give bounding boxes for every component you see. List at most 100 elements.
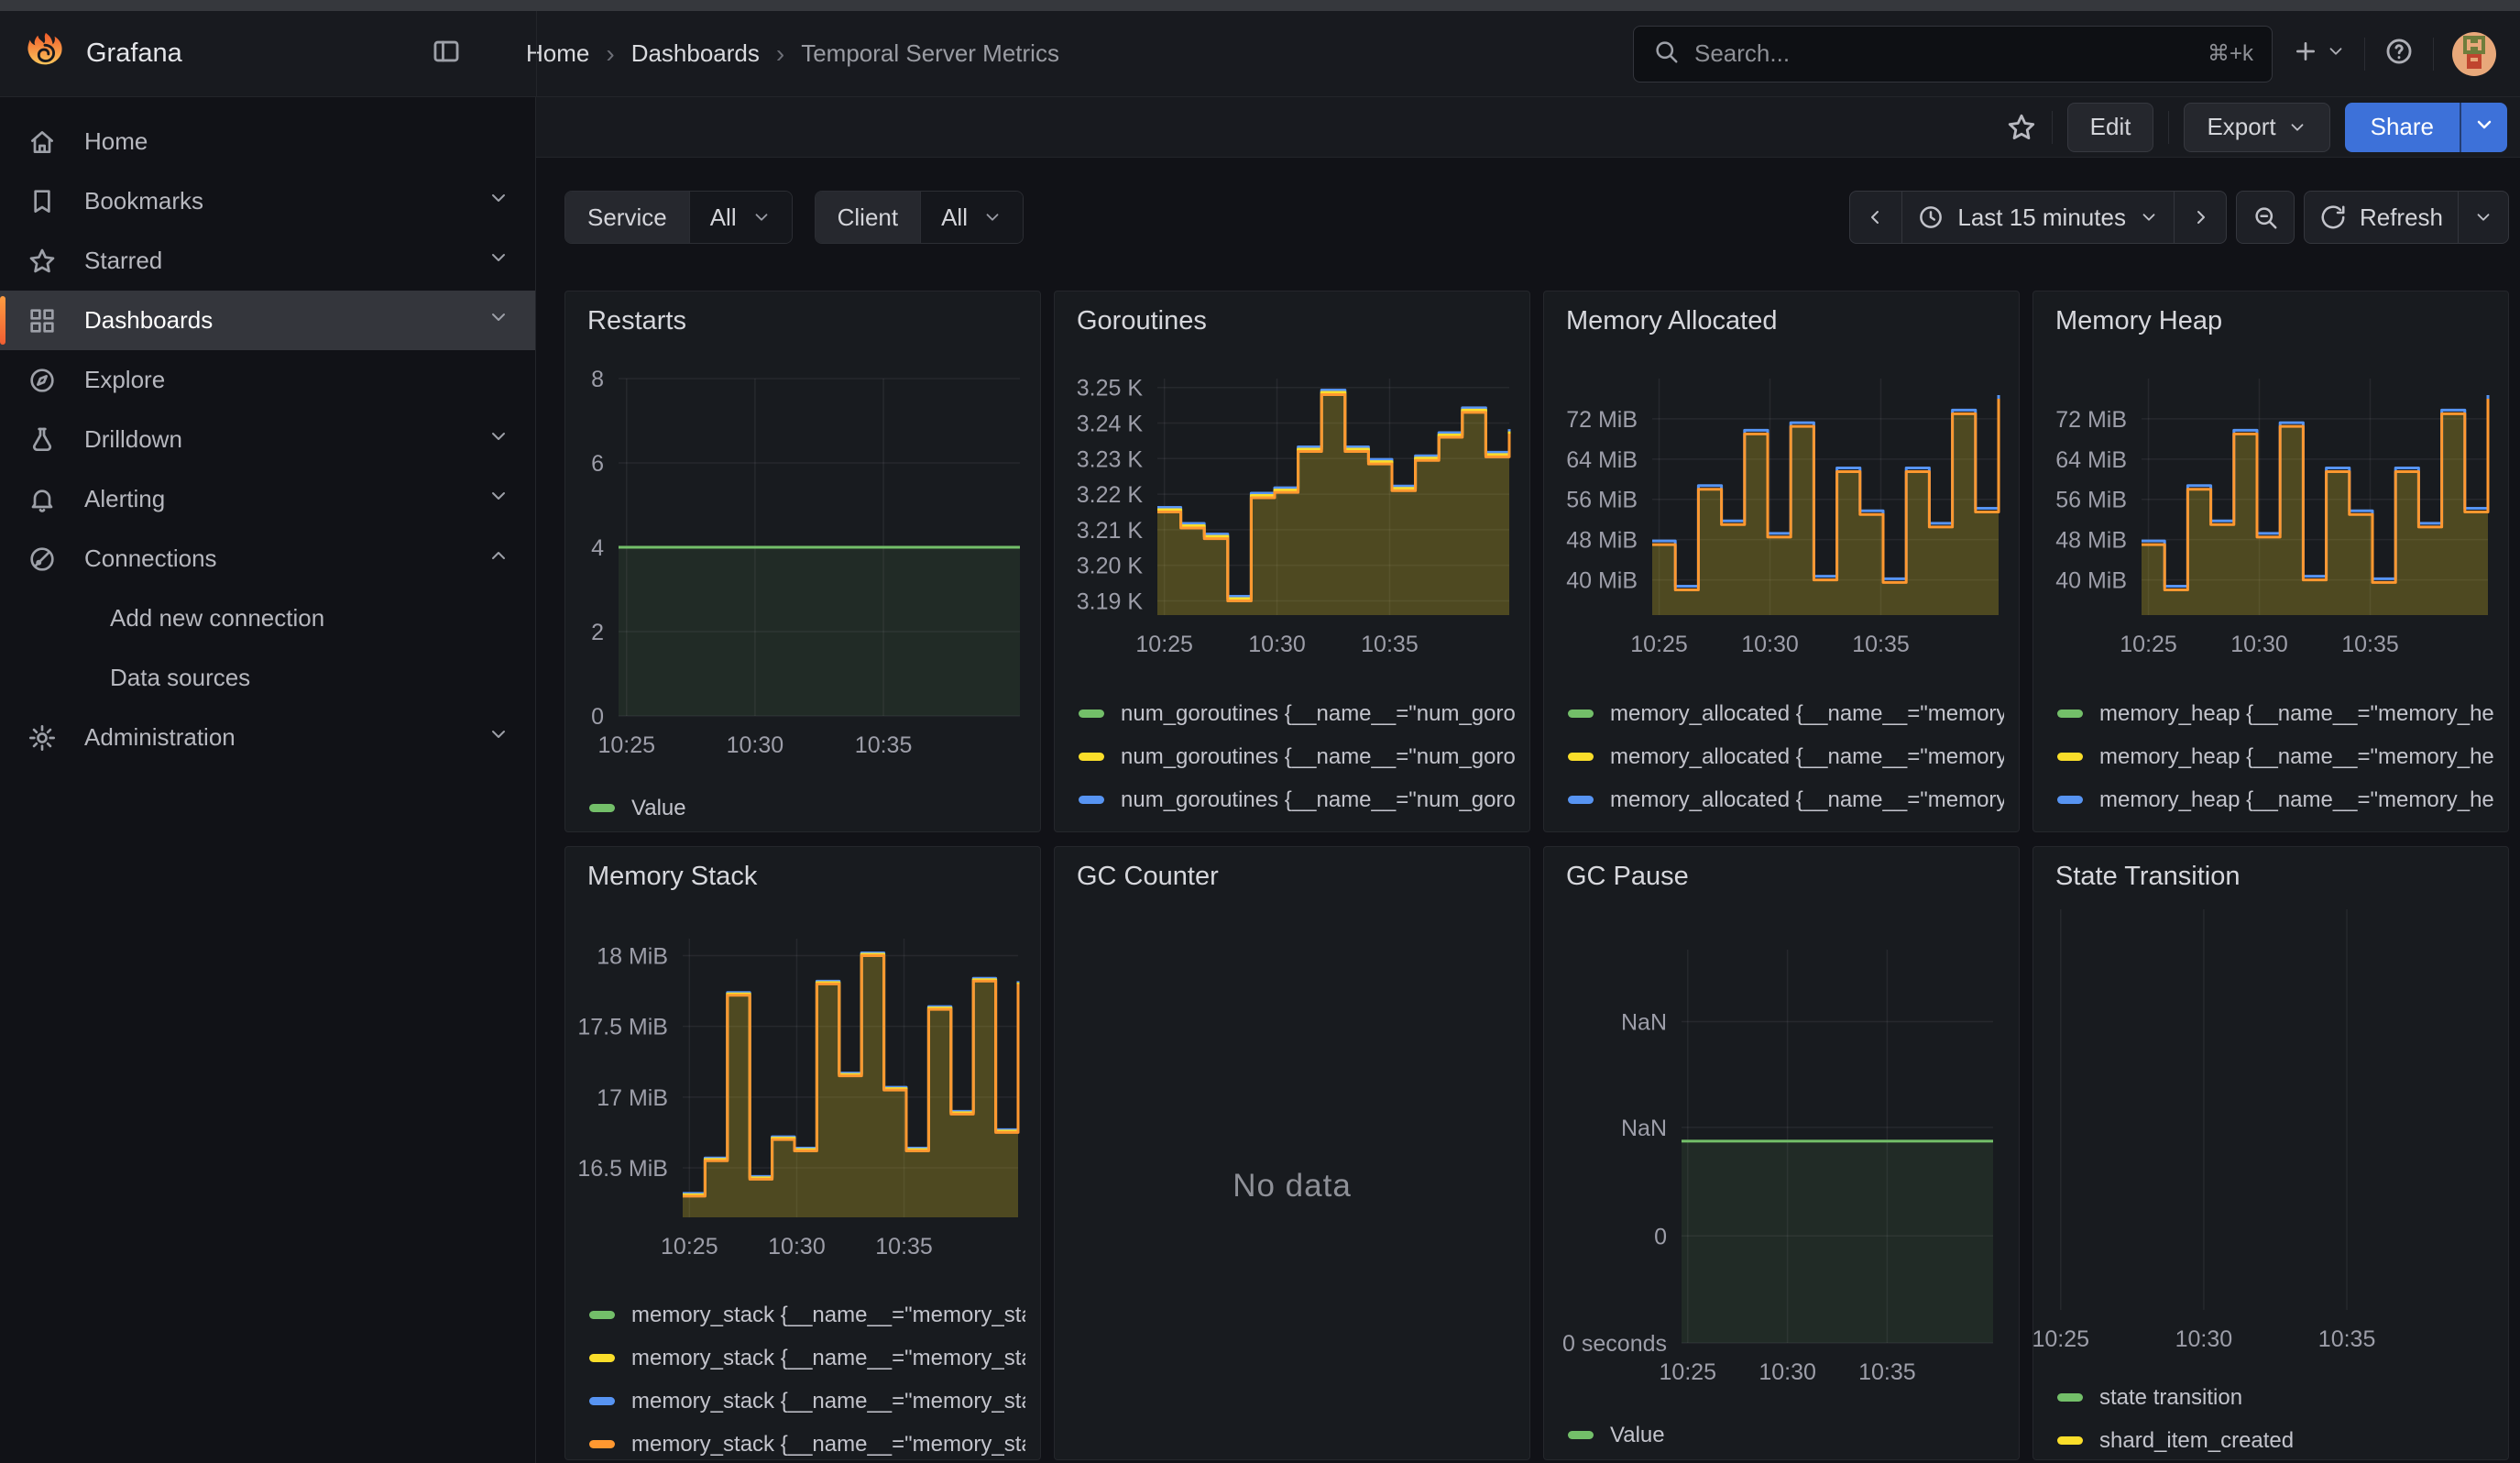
legend-swatch bbox=[1079, 796, 1104, 804]
legend-item[interactable]: shard_item_created bbox=[2057, 1419, 2493, 1460]
new-menu-button[interactable] bbox=[2291, 37, 2346, 71]
sidebar-item-drilldown[interactable]: Drilldown bbox=[0, 410, 535, 469]
legend-item[interactable]: Value bbox=[1568, 1414, 2004, 1457]
panel-gc-pause: GC Pause NaNNaN00 seconds10:2510:3010:35… bbox=[1543, 846, 2020, 1460]
app-title: Grafana bbox=[86, 38, 182, 69]
edit-button[interactable]: Edit bbox=[2067, 103, 2154, 152]
refresh-button[interactable]: Refresh bbox=[2305, 192, 2458, 243]
sidebar-item-data-sources[interactable]: Data sources bbox=[0, 648, 535, 708]
zoom-out-icon bbox=[2252, 204, 2279, 231]
panel-title[interactable]: State Transition bbox=[2055, 862, 2241, 892]
refresh-interval-dropdown[interactable] bbox=[2458, 192, 2508, 243]
chevron-down-icon bbox=[2139, 207, 2159, 227]
sidebar-item-add-new-connection[interactable]: Add new connection bbox=[0, 588, 535, 648]
help-button[interactable] bbox=[2383, 36, 2415, 72]
sidebar-nav: Home Bookmarks Starred Dashboards Explor… bbox=[0, 97, 536, 1463]
svg-text:10:25: 10:25 bbox=[2120, 632, 2177, 657]
dashboards-grid-icon bbox=[27, 306, 59, 336]
service-filter-value[interactable]: All bbox=[689, 192, 792, 243]
svg-text:18 MiB: 18 MiB bbox=[597, 944, 668, 970]
panel-title[interactable]: Memory Allocated bbox=[1566, 306, 1778, 336]
memory-stack-legend: memory_stack {__name__="memory_stack"mem… bbox=[589, 1293, 1025, 1460]
sidebar-item-bookmarks[interactable]: Bookmarks bbox=[0, 171, 535, 231]
zoom-out-button[interactable] bbox=[2237, 192, 2294, 243]
chevron-down-icon[interactable] bbox=[488, 485, 509, 513]
legend-item[interactable]: memory_heap {__name__="memory_heap" bbox=[2057, 778, 2493, 821]
legend-item[interactable]: memory_allocated {__name__="memory_alloc… bbox=[1568, 735, 2004, 778]
sidebar-item-administration[interactable]: Administration bbox=[0, 708, 535, 767]
client-filter-value[interactable]: All bbox=[920, 192, 1023, 243]
search-box[interactable]: ⌘+k bbox=[1633, 26, 2273, 82]
time-shift-forward-button[interactable] bbox=[2174, 192, 2226, 243]
clock-icon bbox=[1917, 204, 1945, 231]
panel-memory-heap: Memory Heap 72 MiB64 MiB56 MiB48 MiB40 M… bbox=[2032, 291, 2509, 832]
svg-text:8: 8 bbox=[591, 367, 604, 392]
svg-text:72 MiB: 72 MiB bbox=[2055, 407, 2127, 433]
sidebar-item-alerting[interactable]: Alerting bbox=[0, 469, 535, 529]
sidebar-toggle-icon[interactable] bbox=[431, 36, 462, 72]
legend-swatch bbox=[589, 804, 615, 812]
legend-item[interactable]: memory_allocated {__name__="memory_alloc… bbox=[1568, 821, 2004, 830]
chevron-down-icon[interactable] bbox=[488, 425, 509, 454]
breadcrumb-current: Temporal Server Metrics bbox=[801, 39, 1059, 68]
panel-title[interactable]: Memory Heap bbox=[2055, 306, 2222, 336]
state-transition-chart[interactable]: 10:25 10:30 10:35 bbox=[2033, 847, 2508, 1459]
svg-text:56 MiB: 56 MiB bbox=[1566, 488, 1638, 513]
legend-item[interactable]: memory_heap {__name__="memory_heap" bbox=[2057, 735, 2493, 778]
svg-text:3.24 K: 3.24 K bbox=[1077, 411, 1144, 436]
time-range-picker[interactable]: Last 15 minutes bbox=[1901, 192, 2174, 243]
gc-pause-chart[interactable]: NaNNaN00 seconds10:2510:3010:35 bbox=[1544, 847, 2019, 1459]
chevron-right-icon bbox=[2189, 206, 2211, 228]
share-button[interactable]: Share bbox=[2345, 103, 2460, 152]
panel-title[interactable]: Restarts bbox=[587, 306, 686, 336]
favorite-star-button[interactable] bbox=[2006, 112, 2037, 143]
legend-item[interactable]: Value bbox=[589, 786, 1025, 830]
legend-item[interactable]: state transition bbox=[2057, 1376, 2493, 1419]
export-button[interactable]: Export bbox=[2184, 103, 2329, 152]
sidebar-item-starred[interactable]: Starred bbox=[0, 231, 535, 291]
legend-item[interactable]: memory_stack {__name__="memory_stack" bbox=[589, 1336, 1025, 1380]
panel-title[interactable]: Memory Stack bbox=[587, 862, 757, 892]
legend-item[interactable]: num_goroutines {__name__="num_goroutines… bbox=[1079, 821, 1515, 830]
panel-title[interactable]: GC Pause bbox=[1566, 862, 1689, 892]
legend-item[interactable]: memory_stack {__name__="memory_stack" bbox=[589, 1380, 1025, 1423]
panel-title[interactable]: GC Counter bbox=[1077, 862, 1219, 892]
legend-item[interactable]: num_goroutines {__name__="num_goroutines… bbox=[1079, 735, 1515, 778]
breadcrumb-dashboards[interactable]: Dashboards bbox=[631, 39, 760, 68]
panel-title[interactable]: Goroutines bbox=[1077, 306, 1207, 336]
chevron-up-icon[interactable] bbox=[488, 544, 509, 573]
window-top-strip bbox=[0, 0, 2520, 11]
legend-item[interactable]: memory_allocated {__name__="memory_alloc… bbox=[1568, 778, 2004, 821]
chevron-down-icon[interactable] bbox=[488, 306, 509, 335]
legend-item[interactable]: memory_heap {__name__="memory_heap" bbox=[2057, 821, 2493, 830]
bookmark-icon bbox=[27, 187, 59, 216]
time-shift-back-button[interactable] bbox=[1850, 192, 1901, 243]
sidebar-item-home[interactable]: Home bbox=[0, 112, 535, 171]
chevron-down-icon[interactable] bbox=[488, 247, 509, 275]
panel-memory-stack: Memory Stack 18 MiB17.5 MiB17 MiB16.5 Mi… bbox=[564, 846, 1041, 1460]
svg-text:10:35: 10:35 bbox=[2318, 1326, 2376, 1352]
share-dropdown-button[interactable] bbox=[2460, 103, 2507, 152]
sidebar-item-explore[interactable]: Explore bbox=[0, 350, 535, 410]
legend-item[interactable]: memory_stack {__name__="memory_stack" bbox=[589, 1293, 1025, 1336]
legend-item[interactable]: memory_heap {__name__="memory_heap" bbox=[2057, 692, 2493, 735]
restarts-chart[interactable]: 8642010:2510:3010:35 bbox=[565, 292, 1040, 831]
sidebar-item-connections[interactable]: Connections bbox=[0, 529, 535, 588]
svg-text:16.5 MiB: 16.5 MiB bbox=[577, 1156, 668, 1182]
legend-item[interactable]: memory_stack {__name__="memory_stack" bbox=[589, 1423, 1025, 1460]
svg-text:10:35: 10:35 bbox=[1858, 1359, 1916, 1385]
chevron-down-icon bbox=[2287, 117, 2307, 138]
breadcrumb-home[interactable]: Home bbox=[526, 39, 589, 68]
svg-text:10:30: 10:30 bbox=[2175, 1326, 2233, 1352]
legend-item[interactable]: num_goroutines {__name__="num_goroutines… bbox=[1079, 692, 1515, 735]
chevron-down-icon[interactable] bbox=[488, 723, 509, 752]
legend-item[interactable]: memory_allocated {__name__="memory_alloc… bbox=[1568, 692, 2004, 735]
restarts-legend: Value bbox=[589, 786, 1025, 830]
legend-item[interactable]: num_goroutines {__name__="num_goroutines… bbox=[1079, 778, 1515, 821]
svg-text:10:25: 10:25 bbox=[2033, 1326, 2089, 1352]
search-input[interactable] bbox=[1694, 39, 2193, 68]
svg-text:NaN: NaN bbox=[1621, 1116, 1667, 1141]
sidebar-item-dashboards[interactable]: Dashboards bbox=[0, 291, 535, 350]
user-avatar[interactable] bbox=[2452, 32, 2496, 76]
chevron-down-icon[interactable] bbox=[488, 187, 509, 215]
